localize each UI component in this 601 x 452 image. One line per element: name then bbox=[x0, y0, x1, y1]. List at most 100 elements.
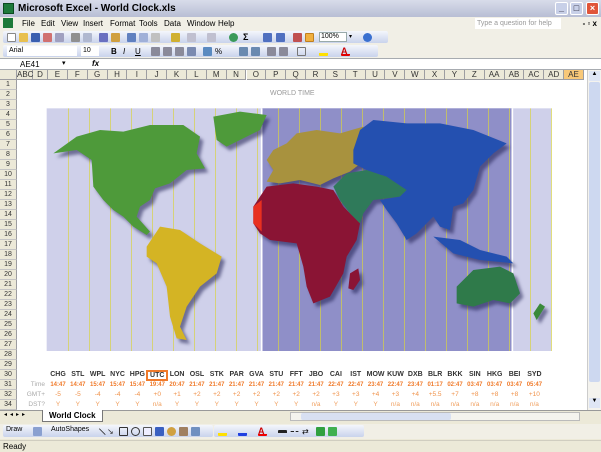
align-left-icon[interactable] bbox=[151, 47, 160, 56]
row-header-4[interactable]: 4 bbox=[0, 110, 17, 120]
row-header-2[interactable]: 2 bbox=[0, 90, 17, 100]
row-header-29[interactable]: 29 bbox=[0, 360, 17, 370]
row-header-12[interactable]: 12 bbox=[0, 190, 17, 200]
row-header-24[interactable]: 24 bbox=[0, 310, 17, 320]
column-header-ad[interactable]: AD bbox=[544, 70, 565, 80]
column-header-t[interactable]: T bbox=[345, 70, 366, 80]
fill-color-icon[interactable] bbox=[319, 47, 328, 56]
hyperlink-icon[interactable] bbox=[229, 33, 238, 42]
copy-icon[interactable] bbox=[139, 33, 148, 42]
row-header-20[interactable]: 20 bbox=[0, 270, 17, 280]
row-header-19[interactable]: 19 bbox=[0, 260, 17, 270]
select-all-corner[interactable] bbox=[0, 70, 17, 80]
minimize-button[interactable]: _ bbox=[555, 2, 568, 15]
sort-descending-icon[interactable] bbox=[276, 33, 285, 42]
align-center-icon[interactable] bbox=[163, 47, 172, 56]
drawing-icon[interactable] bbox=[305, 33, 314, 42]
menu-help[interactable]: Help bbox=[218, 17, 234, 30]
clipart-icon[interactable] bbox=[179, 427, 188, 436]
font-name-select[interactable]: Arial bbox=[7, 46, 77, 56]
bold-icon[interactable]: B bbox=[111, 47, 120, 56]
font-color-icon[interactable]: A bbox=[258, 427, 267, 436]
underline-icon[interactable]: U bbox=[135, 47, 144, 56]
column-header-g[interactable]: G bbox=[87, 70, 108, 80]
name-box-dropdown-icon[interactable]: ▾ bbox=[62, 59, 66, 67]
row-header-17[interactable]: 17 bbox=[0, 240, 17, 250]
column-header-aa[interactable]: AA bbox=[484, 70, 505, 80]
worksheet-grid[interactable]: ABC D E F G H I J K L M N O P Q R S T U V W X Y Z AA AB AC AD AE 123… bbox=[0, 70, 587, 410]
maximize-button[interactable]: □ bbox=[570, 2, 583, 15]
help-search-input[interactable]: Type a question for help bbox=[475, 18, 561, 29]
font-size-select[interactable]: 10 bbox=[81, 46, 99, 56]
row-header-15[interactable]: 15 bbox=[0, 220, 17, 230]
insert-function-icon[interactable]: fx bbox=[92, 59, 99, 69]
oval-icon[interactable] bbox=[131, 427, 140, 436]
workbook-icon[interactable] bbox=[3, 18, 13, 28]
workbook-window-controls[interactable]: - ▫ x bbox=[583, 17, 597, 30]
row-header-27[interactable]: 27 bbox=[0, 340, 17, 350]
tab-navigation-arrows[interactable]: ◂◂▸▸ bbox=[4, 411, 28, 418]
column-header-v[interactable]: V bbox=[385, 70, 406, 80]
row-header-16[interactable]: 16 bbox=[0, 230, 17, 240]
menu-insert[interactable]: Insert bbox=[83, 17, 103, 30]
column-header-z[interactable]: Z bbox=[464, 70, 485, 80]
vertical-scrollbar[interactable]: ▲ ▼ bbox=[587, 70, 601, 410]
row-header-14[interactable]: 14 bbox=[0, 210, 17, 220]
row-header-23[interactable]: 23 bbox=[0, 300, 17, 310]
column-header-m[interactable]: M bbox=[206, 70, 227, 80]
increase-indent-icon[interactable] bbox=[279, 47, 288, 56]
menu-format[interactable]: Format bbox=[110, 17, 135, 30]
percent-icon[interactable]: % bbox=[215, 47, 224, 56]
diagram-icon[interactable] bbox=[167, 427, 176, 436]
tab-world-clock[interactable]: World Clock bbox=[42, 410, 103, 422]
zoom-dropdown-icon[interactable]: ▾ bbox=[349, 33, 358, 42]
column-header-ae[interactable]: AE bbox=[564, 70, 584, 80]
chart-wizard-icon[interactable] bbox=[293, 33, 302, 42]
line-icon[interactable] bbox=[93, 428, 106, 441]
autosum-icon[interactable]: Σ bbox=[243, 33, 252, 42]
align-right-icon[interactable] bbox=[175, 47, 184, 56]
horizontal-scrollbar[interactable] bbox=[290, 412, 580, 421]
help-icon[interactable] bbox=[363, 33, 372, 42]
vertical-scroll-thumb[interactable] bbox=[589, 82, 600, 382]
row-header-1[interactable]: 1 bbox=[0, 80, 17, 90]
permission-icon[interactable] bbox=[43, 33, 52, 42]
column-header-f[interactable]: F bbox=[67, 70, 88, 80]
column-header-abc[interactable]: ABC bbox=[17, 70, 33, 80]
cut-icon[interactable] bbox=[127, 33, 136, 42]
row-header-28[interactable]: 28 bbox=[0, 350, 17, 360]
paste-icon[interactable] bbox=[151, 33, 160, 42]
column-header-q[interactable]: Q bbox=[286, 70, 307, 80]
row-header-30[interactable]: 30 bbox=[0, 370, 17, 380]
wordart-icon[interactable] bbox=[155, 427, 164, 436]
decrease-decimal-icon[interactable] bbox=[251, 47, 260, 56]
menu-data[interactable]: Data bbox=[164, 17, 181, 30]
menu-window[interactable]: Window bbox=[187, 17, 215, 30]
save-icon[interactable] bbox=[31, 33, 40, 42]
column-header-k[interactable]: K bbox=[167, 70, 187, 80]
column-header-s[interactable]: S bbox=[325, 70, 346, 80]
scroll-up-icon[interactable]: ▲ bbox=[589, 71, 600, 81]
research-icon[interactable] bbox=[111, 33, 120, 42]
line-color-icon[interactable] bbox=[238, 427, 247, 436]
dash-style-icon[interactable] bbox=[290, 431, 299, 440]
column-header-y[interactable]: Y bbox=[445, 70, 465, 80]
column-header-r[interactable]: R bbox=[306, 70, 326, 80]
row-header-5[interactable]: 5 bbox=[0, 120, 17, 130]
format-painter-icon[interactable] bbox=[171, 33, 180, 42]
row-header-26[interactable]: 26 bbox=[0, 330, 17, 340]
print-preview-icon[interactable] bbox=[83, 33, 92, 42]
horizontal-scroll-thumb[interactable] bbox=[301, 413, 451, 420]
arrow-style-icon[interactable]: ⇄ bbox=[302, 427, 311, 436]
menu-edit[interactable]: Edit bbox=[41, 17, 55, 30]
fill-color-icon[interactable] bbox=[218, 427, 227, 436]
column-header-e[interactable]: E bbox=[48, 70, 68, 80]
rectangle-icon[interactable] bbox=[119, 427, 128, 436]
picture-icon[interactable] bbox=[191, 427, 200, 436]
row-header-10[interactable]: 10 bbox=[0, 170, 17, 180]
menu-tools[interactable]: Tools bbox=[139, 17, 158, 30]
row-header-18[interactable]: 18 bbox=[0, 250, 17, 260]
close-button[interactable]: × bbox=[586, 2, 599, 15]
select-objects-icon[interactable] bbox=[33, 427, 42, 436]
row-header-9[interactable]: 9 bbox=[0, 160, 17, 170]
